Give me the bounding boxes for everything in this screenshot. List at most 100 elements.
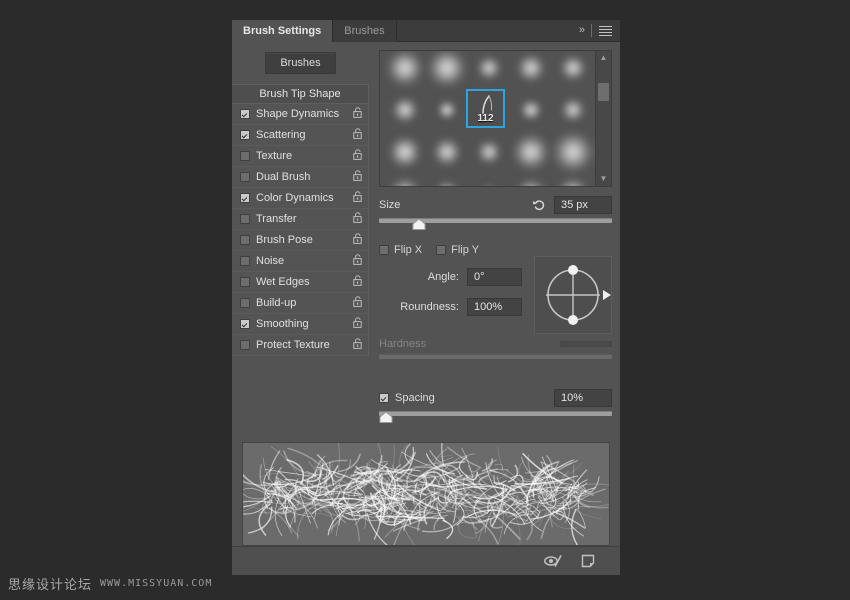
brush-option-row[interactable]: Protect Texture xyxy=(232,335,368,356)
brush-option-checkbox[interactable] xyxy=(240,193,250,203)
spacing-row: Spacing 10% xyxy=(379,389,612,407)
flip-y-checkbox[interactable]: Flip Y xyxy=(436,244,479,256)
brush-option-lock-toggle[interactable] xyxy=(353,107,362,121)
brush-tip-cell[interactable] xyxy=(426,131,468,173)
brush-option-lock-toggle[interactable] xyxy=(353,128,362,142)
brush-option-row[interactable]: Transfer xyxy=(232,209,368,230)
brush-tip-cell[interactable] xyxy=(552,173,594,186)
brush-option-checkbox[interactable] xyxy=(240,214,250,224)
brush-option-row[interactable]: Brush Pose xyxy=(232,230,368,251)
brush-option-checkbox[interactable] xyxy=(240,235,250,245)
tab-brushes-label: Brushes xyxy=(344,25,384,37)
spacing-slider-track[interactable] xyxy=(379,411,612,416)
brush-tip-grid[interactable]: 112 ▲ ▼ xyxy=(379,50,612,187)
brush-tip-thumbnail xyxy=(517,180,545,186)
brush-tip-cell[interactable] xyxy=(552,89,594,131)
brush-option-row[interactable]: Scattering xyxy=(232,125,368,146)
hamburger-menu-icon[interactable] xyxy=(599,26,612,36)
flip-y-checkbox-box[interactable] xyxy=(436,245,446,255)
brushes-button[interactable]: Brushes xyxy=(265,52,335,74)
flip-x-checkbox[interactable]: Flip X xyxy=(379,244,422,256)
brush-tip-thumbnail xyxy=(388,51,422,85)
unlock-icon xyxy=(353,275,362,286)
brush-option-checkbox[interactable] xyxy=(240,298,250,308)
brush-tip-thumbnail xyxy=(478,57,500,79)
brush-option-row[interactable]: Texture xyxy=(232,146,368,167)
brush-tip-cell[interactable] xyxy=(384,131,426,173)
chevron-down-icon[interactable]: ▼ xyxy=(600,172,608,186)
brush-option-label: Noise xyxy=(256,255,353,267)
roundness-value-field[interactable]: 100% xyxy=(467,298,522,316)
brush-option-lock-toggle[interactable] xyxy=(353,233,362,247)
collapse-chevrons-icon[interactable]: » xyxy=(579,25,584,36)
brush-grid-scrollbar[interactable]: ▲ ▼ xyxy=(595,51,611,186)
brush-option-lock-toggle[interactable] xyxy=(353,191,362,205)
brush-option-checkbox[interactable] xyxy=(240,256,250,266)
brush-tip-cell[interactable] xyxy=(426,51,468,89)
size-value-field[interactable]: 35 px xyxy=(554,196,612,214)
spacing-value-field[interactable]: 10% xyxy=(554,389,612,407)
brush-option-row[interactable]: Build-up xyxy=(232,293,368,314)
brush-tip-cell[interactable] xyxy=(468,51,510,89)
brush-option-row[interactable]: Wet Edges xyxy=(232,272,368,293)
brush-tip-cell[interactable] xyxy=(510,89,552,131)
angle-value-field[interactable]: 0° xyxy=(467,268,522,286)
brush-tip-cell[interactable] xyxy=(384,173,426,186)
reset-arrow-icon[interactable] xyxy=(531,198,546,213)
new-brush-page-icon[interactable] xyxy=(581,554,595,568)
tab-bar-filler xyxy=(397,20,571,42)
panel-tab-tools: » xyxy=(571,20,620,42)
brush-tip-grid-canvas[interactable]: 112 xyxy=(380,51,595,186)
brush-tip-cell[interactable] xyxy=(552,51,594,89)
brush-tip-cell[interactable] xyxy=(468,173,510,186)
brush-option-row[interactable]: Dual Brush xyxy=(232,167,368,188)
brush-tip-cell[interactable] xyxy=(510,51,552,89)
brush-option-row[interactable]: Shape Dynamics xyxy=(232,104,368,125)
brush-option-checkbox[interactable] xyxy=(240,340,250,350)
brush-option-lock-toggle[interactable] xyxy=(353,296,362,310)
scrollbar-track[interactable] xyxy=(596,65,611,172)
spacing-slider-thumb[interactable] xyxy=(379,412,393,423)
brush-option-lock-toggle[interactable] xyxy=(353,317,362,331)
scrollbar-thumb[interactable] xyxy=(598,83,609,101)
tab-brushes[interactable]: Brushes xyxy=(333,20,396,42)
brush-option-row[interactable]: Smoothing xyxy=(232,314,368,335)
brush-stroke-preview-svg xyxy=(243,443,609,545)
brush-option-lock-toggle[interactable] xyxy=(353,212,362,226)
brush-option-label: Build-up xyxy=(256,297,353,309)
brush-tip-cell[interactable] xyxy=(510,173,552,186)
brush-option-checkbox[interactable] xyxy=(240,109,250,119)
spacing-slider[interactable] xyxy=(379,410,612,424)
brush-tip-cell[interactable] xyxy=(468,131,510,173)
brush-option-row[interactable]: Color Dynamics xyxy=(232,188,368,209)
brush-option-checkbox[interactable] xyxy=(240,172,250,182)
brush-tip-shape-header[interactable]: Brush Tip Shape xyxy=(232,85,368,104)
brush-tip-cell[interactable] xyxy=(426,173,468,186)
flip-y-label: Flip Y xyxy=(451,244,479,256)
brush-tip-cell[interactable] xyxy=(510,131,552,173)
brush-option-checkbox[interactable] xyxy=(240,151,250,161)
size-slider[interactable] xyxy=(379,217,612,231)
brush-tip-cell[interactable] xyxy=(384,89,426,131)
brush-option-row[interactable]: Noise xyxy=(232,251,368,272)
brush-option-lock-toggle[interactable] xyxy=(353,170,362,184)
size-slider-thumb[interactable] xyxy=(412,219,426,230)
brush-option-label: Wet Edges xyxy=(256,276,353,288)
eye-brush-preview-icon[interactable] xyxy=(543,554,563,568)
brush-option-checkbox[interactable] xyxy=(240,277,250,287)
brush-tip-cell[interactable] xyxy=(552,131,594,173)
angle-dial[interactable] xyxy=(534,256,612,334)
brush-tip-cell[interactable] xyxy=(384,51,426,89)
selected-brush-tip[interactable]: 112 xyxy=(466,89,505,128)
brush-option-checkbox[interactable] xyxy=(240,319,250,329)
brush-option-lock-toggle[interactable] xyxy=(353,275,362,289)
brush-option-lock-toggle[interactable] xyxy=(353,149,362,163)
brush-option-checkbox[interactable] xyxy=(240,130,250,140)
tab-brush-settings[interactable]: Brush Settings xyxy=(232,20,333,42)
flip-x-checkbox-box[interactable] xyxy=(379,245,389,255)
brush-option-lock-toggle[interactable] xyxy=(353,338,362,352)
brush-option-lock-toggle[interactable] xyxy=(353,254,362,268)
brush-tip-cell[interactable] xyxy=(426,89,468,131)
spacing-checkbox[interactable] xyxy=(379,393,389,403)
chevron-up-icon[interactable]: ▲ xyxy=(600,51,608,65)
